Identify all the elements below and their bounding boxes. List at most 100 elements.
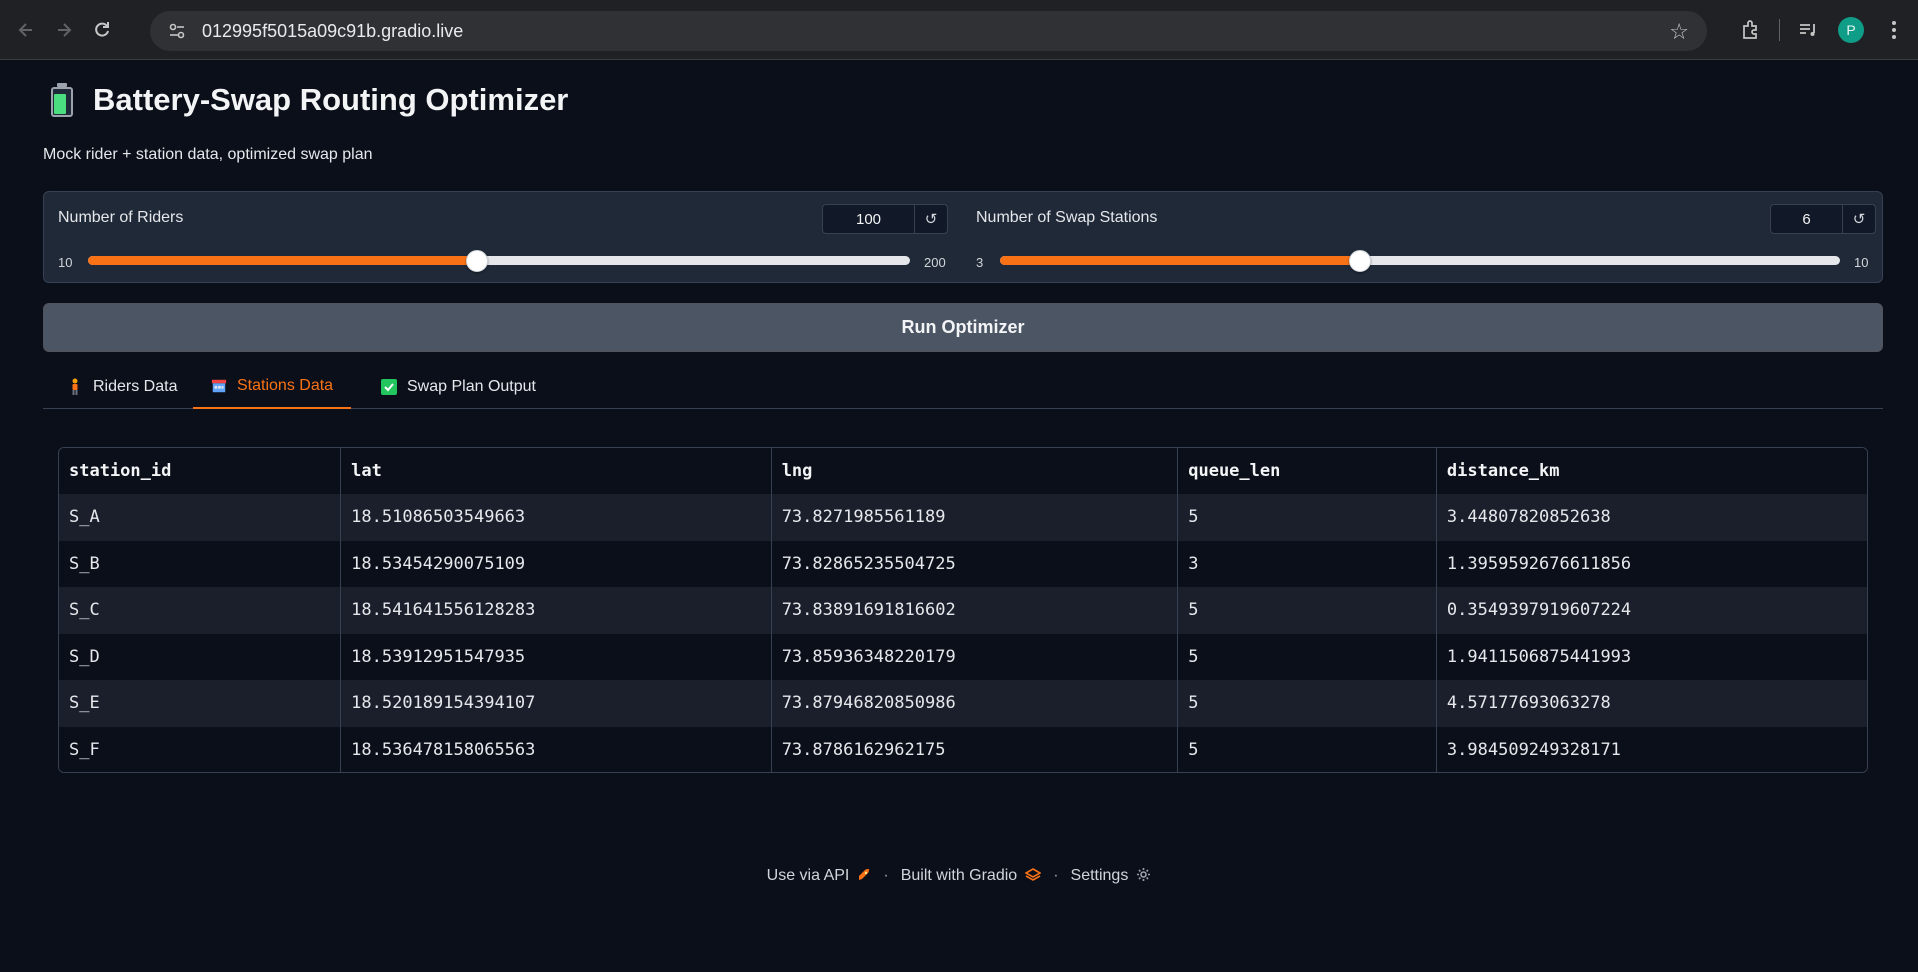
table-cell[interactable]: S_B: [59, 540, 342, 587]
header: Battery-Swap Routing Optimizer: [51, 82, 568, 118]
stations-reset-icon[interactable]: ↺: [1843, 205, 1875, 233]
table-cell[interactable]: 5: [1177, 633, 1437, 680]
table-cell[interactable]: 73.87946820850986: [771, 680, 1179, 727]
table-cell[interactable]: 1.3959592676611856: [1436, 540, 1867, 587]
stations-slider-block: Number of Swap Stations 6 ↺ 3 10: [962, 192, 1882, 284]
table-cell[interactable]: 18.520189154394107: [340, 680, 772, 727]
tab-riders-data[interactable]: Riders Data: [49, 365, 195, 409]
table-cell[interactable]: 3: [1177, 540, 1437, 587]
table-row: S_C 18.541641556128283 73.83891691816602…: [59, 587, 1867, 634]
riders-slider-thumb[interactable]: [466, 250, 489, 272]
url-text[interactable]: 012995f5015a09c91b.gradio.live: [202, 21, 463, 42]
menu-icon[interactable]: [1874, 10, 1914, 50]
extensions-icon[interactable]: [1731, 10, 1771, 50]
page-subtitle: Mock rider + station data, optimized swa…: [43, 146, 373, 163]
table-row: S_E 18.520189154394107 73.87946820850986…: [59, 680, 1867, 727]
footer-separator: ·: [1053, 867, 1059, 884]
page-title: Battery-Swap Routing Optimizer: [93, 82, 569, 117]
use-via-api-link[interactable]: Use via API: [767, 867, 850, 885]
table-cell[interactable]: 18.53454290075109: [340, 540, 772, 587]
stations-slider-label: Number of Swap Stations: [976, 209, 1158, 226]
footer-separator: ·: [883, 867, 889, 884]
stations-min: 3: [976, 255, 984, 270]
column-header-station-id[interactable]: station_id: [59, 448, 342, 494]
table-cell[interactable]: S_D: [59, 633, 342, 680]
table-cell[interactable]: 73.8271985561189: [771, 494, 1179, 541]
table-cell[interactable]: 18.51086503549663: [340, 494, 772, 541]
table-cell[interactable]: 73.8786162962175: [771, 726, 1179, 772]
footer: Use via API · Built with Gradio · Settin…: [0, 867, 1918, 885]
riders-min: 10: [58, 255, 73, 270]
table-cell[interactable]: 73.82865235504725: [771, 540, 1179, 587]
table-cell[interactable]: 5: [1177, 494, 1437, 541]
stations-value[interactable]: 6: [1771, 205, 1843, 233]
table-cell[interactable]: 5: [1177, 680, 1437, 727]
table-cell[interactable]: 73.85936348220179: [771, 633, 1179, 680]
browser-toolbar: 012995f5015a09c91b.gradio.live ☆ P: [0, 0, 1918, 60]
table-cell[interactable]: 3.984509249328171: [1436, 726, 1867, 772]
checkbox-icon: [381, 379, 397, 395]
tab-label: Stations Data: [237, 377, 334, 394]
column-header-distance-km[interactable]: distance_km: [1436, 448, 1867, 494]
table-cell[interactable]: 18.536478158065563: [340, 726, 772, 772]
table-cell[interactable]: 4.57177693063278: [1436, 680, 1867, 727]
table-cell[interactable]: S_A: [59, 494, 342, 541]
station-icon: [211, 378, 227, 394]
table-cell[interactable]: S_C: [59, 587, 342, 634]
table-cell[interactable]: 18.541641556128283: [340, 587, 772, 634]
table-cell[interactable]: 73.83891691816602: [771, 587, 1179, 634]
rocket-icon: [857, 868, 871, 885]
table-cell[interactable]: 0.3549397919607224: [1436, 587, 1867, 634]
sliders-panel: Number of Riders 100 ↺ 10 200 Number of …: [43, 191, 1883, 283]
battery-icon: [51, 83, 73, 117]
table-row: S_D 18.53912951547935 73.85936348220179 …: [59, 633, 1867, 680]
tab-swap-plan-output[interactable]: Swap Plan Output: [363, 365, 554, 409]
table-cell[interactable]: 5: [1177, 587, 1437, 634]
tab-bar: Riders Data Stations Data Swap Plan Outp…: [43, 365, 1883, 409]
stations-slider-fill: [1000, 256, 1361, 265]
table-cell[interactable]: 1.9411506875441993: [1436, 633, 1867, 680]
site-info-icon[interactable]: [166, 20, 188, 42]
riders-reset-icon[interactable]: ↺: [915, 205, 947, 233]
forward-icon[interactable]: [48, 14, 80, 46]
stations-slider-thumb[interactable]: [1349, 250, 1372, 272]
stations-table: station_id lat lng queue_len distance_km…: [58, 447, 1868, 773]
run-optimizer-button[interactable]: Run Optimizer: [43, 303, 1883, 352]
riders-max: 200: [924, 255, 946, 270]
table-header-row: station_id lat lng queue_len distance_km: [59, 448, 1867, 494]
riders-slider-label: Number of Riders: [58, 209, 184, 226]
stations-slider-track[interactable]: [1000, 250, 1840, 272]
tab-label: Swap Plan Output: [407, 378, 536, 395]
bookmark-star-icon[interactable]: ☆: [1669, 19, 1689, 45]
riders-slider-fill: [88, 256, 478, 265]
riders-slider-track[interactable]: [88, 250, 910, 272]
rider-icon: [67, 378, 83, 395]
stations-number-input[interactable]: 6 ↺: [1770, 204, 1876, 234]
settings-link[interactable]: Settings: [1071, 867, 1129, 885]
table-cell[interactable]: S_E: [59, 680, 342, 727]
gear-icon: [1136, 867, 1151, 885]
riders-number-input[interactable]: 100 ↺: [822, 204, 948, 234]
riders-value[interactable]: 100: [823, 205, 915, 233]
built-with-gradio-link[interactable]: Built with Gradio: [901, 867, 1018, 885]
table-cell[interactable]: S_F: [59, 726, 342, 772]
stations-max: 10: [1854, 255, 1869, 270]
gradio-logo-icon: [1024, 867, 1042, 885]
column-header-lat[interactable]: lat: [340, 448, 772, 494]
back-icon[interactable]: [10, 14, 42, 46]
table-cell[interactable]: 3.44807820852638: [1436, 494, 1867, 541]
table-cell[interactable]: 18.53912951547935: [340, 633, 772, 680]
table-row: S_A 18.51086503549663 73.8271985561189 5…: [59, 494, 1867, 541]
tab-label: Riders Data: [93, 378, 178, 395]
profile-avatar[interactable]: P: [1838, 17, 1864, 43]
address-bar[interactable]: 012995f5015a09c91b.gradio.live ☆: [150, 11, 1707, 51]
tab-stations-data[interactable]: Stations Data: [193, 365, 352, 409]
reload-icon[interactable]: [86, 14, 118, 46]
column-header-queue-len[interactable]: queue_len: [1177, 448, 1437, 494]
toolbar-divider: [1779, 19, 1780, 41]
media-icon[interactable]: [1788, 10, 1828, 50]
table-cell[interactable]: 5: [1177, 726, 1437, 772]
table-row: S_B 18.53454290075109 73.82865235504725 …: [59, 540, 1867, 587]
riders-slider-block: Number of Riders 100 ↺ 10 200: [44, 192, 962, 284]
column-header-lng[interactable]: lng: [771, 448, 1179, 494]
